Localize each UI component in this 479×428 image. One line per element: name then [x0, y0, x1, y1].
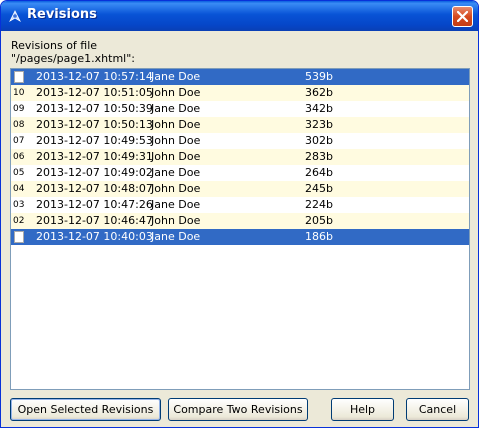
cancel-button[interactable]: Cancel	[406, 398, 469, 421]
revision-date: 2013-12-07 10:51:05	[36, 86, 153, 99]
title-bar[interactable]: Revisions	[1, 1, 478, 31]
revision-author: John Doe	[151, 118, 201, 131]
revision-row[interactable]: 07 2013-12-07 10:49:53 John Doe 302b	[11, 133, 469, 149]
revision-marker[interactable]	[14, 71, 24, 83]
revision-number: 06	[13, 152, 25, 162]
revision-date: 2013-12-07 10:49:02	[36, 166, 153, 179]
revision-author: John Doe	[151, 150, 201, 163]
revision-number: 03	[13, 200, 25, 210]
revision-size: 539b	[305, 70, 333, 83]
revisions-dialog: Revisions Revisions of file "/pages/page…	[0, 0, 479, 428]
revision-row[interactable]: 02 2013-12-07 10:46:47 John Doe 205b	[11, 213, 469, 229]
revision-number: 10	[13, 88, 25, 98]
revisions-list[interactable]: 2013-12-07 10:57:14 Jane Doe 539b 10 2013-12…	[10, 68, 470, 390]
caption-line-2: "/pages/page1.xhtml":	[11, 52, 135, 65]
revision-row[interactable]: 04 2013-12-07 10:48:07 John Doe 245b	[11, 181, 469, 197]
revision-date: 2013-12-07 10:50:13	[36, 118, 153, 131]
revision-author: Jane Doe	[151, 230, 201, 243]
close-icon	[457, 11, 468, 22]
revision-number: 07	[13, 136, 25, 146]
revision-size: 283b	[305, 150, 333, 163]
revision-row[interactable]: 05 2013-12-07 10:49:02 Jane Doe 264b	[11, 165, 469, 181]
revision-number: 09	[13, 104, 25, 114]
revision-row[interactable]: 03 2013-12-07 10:47:26 Jane Doe 224b	[11, 197, 469, 213]
revision-size: 264b	[305, 166, 333, 179]
revision-row[interactable]: 10 2013-12-07 10:51:05 John Doe 362b	[11, 85, 469, 101]
revision-row[interactable]: 2013-12-07 10:57:14 Jane Doe 539b	[11, 69, 469, 85]
compare-two-revisions-button[interactable]: Compare Two Revisions	[168, 398, 308, 421]
revision-size: 224b	[305, 198, 333, 211]
revision-date: 2013-12-07 10:50:39	[36, 102, 153, 115]
revision-size: 245b	[305, 182, 333, 195]
revision-number: 05	[13, 168, 25, 178]
revision-author: John Doe	[151, 182, 201, 195]
revision-row[interactable]: 2013-12-07 10:40:03 Jane Doe 186b	[11, 229, 469, 245]
help-button[interactable]: Help	[331, 398, 394, 421]
revision-number: 02	[13, 216, 25, 226]
revision-size: 186b	[305, 230, 333, 243]
revision-author: Jane Doe	[151, 166, 201, 179]
revision-author: John Doe	[151, 214, 201, 227]
revision-date: 2013-12-07 10:49:53	[36, 134, 153, 147]
revision-author: John Doe	[151, 86, 201, 99]
revision-date: 2013-12-07 10:48:07	[36, 182, 153, 195]
revision-row[interactable]: 06 2013-12-07 10:49:31 John Doe 283b	[11, 149, 469, 165]
revision-size: 342b	[305, 102, 333, 115]
revision-marker[interactable]	[14, 231, 24, 243]
revision-number: 08	[13, 120, 25, 130]
revision-size: 323b	[305, 118, 333, 131]
revision-date: 2013-12-07 10:46:47	[36, 214, 153, 227]
open-selected-revisions-button[interactable]: Open Selected Revisions	[10, 398, 161, 421]
revision-author: John Doe	[151, 134, 201, 147]
revision-row[interactable]: 09 2013-12-07 10:50:39 Jane Doe 342b	[11, 101, 469, 117]
file-caption: Revisions of file "/pages/page1.xhtml":	[11, 39, 135, 65]
revision-author: Jane Doe	[151, 102, 201, 115]
revision-date: 2013-12-07 10:57:14	[36, 70, 153, 83]
caption-line-1: Revisions of file	[11, 39, 98, 52]
window-title: Revisions	[27, 7, 97, 22]
close-button[interactable]	[452, 6, 473, 27]
revision-date: 2013-12-07 10:40:03	[36, 230, 153, 243]
revision-number: 04	[13, 184, 25, 194]
revision-date: 2013-12-07 10:47:26	[36, 198, 153, 211]
revision-row[interactable]: 08 2013-12-07 10:50:13 John Doe 323b	[11, 117, 469, 133]
app-icon	[7, 8, 23, 24]
revision-size: 362b	[305, 86, 333, 99]
revision-author: Jane Doe	[151, 198, 201, 211]
revision-size: 205b	[305, 214, 333, 227]
revision-size: 302b	[305, 134, 333, 147]
revision-date: 2013-12-07 10:49:31	[36, 150, 153, 163]
revision-author: Jane Doe	[151, 70, 201, 83]
